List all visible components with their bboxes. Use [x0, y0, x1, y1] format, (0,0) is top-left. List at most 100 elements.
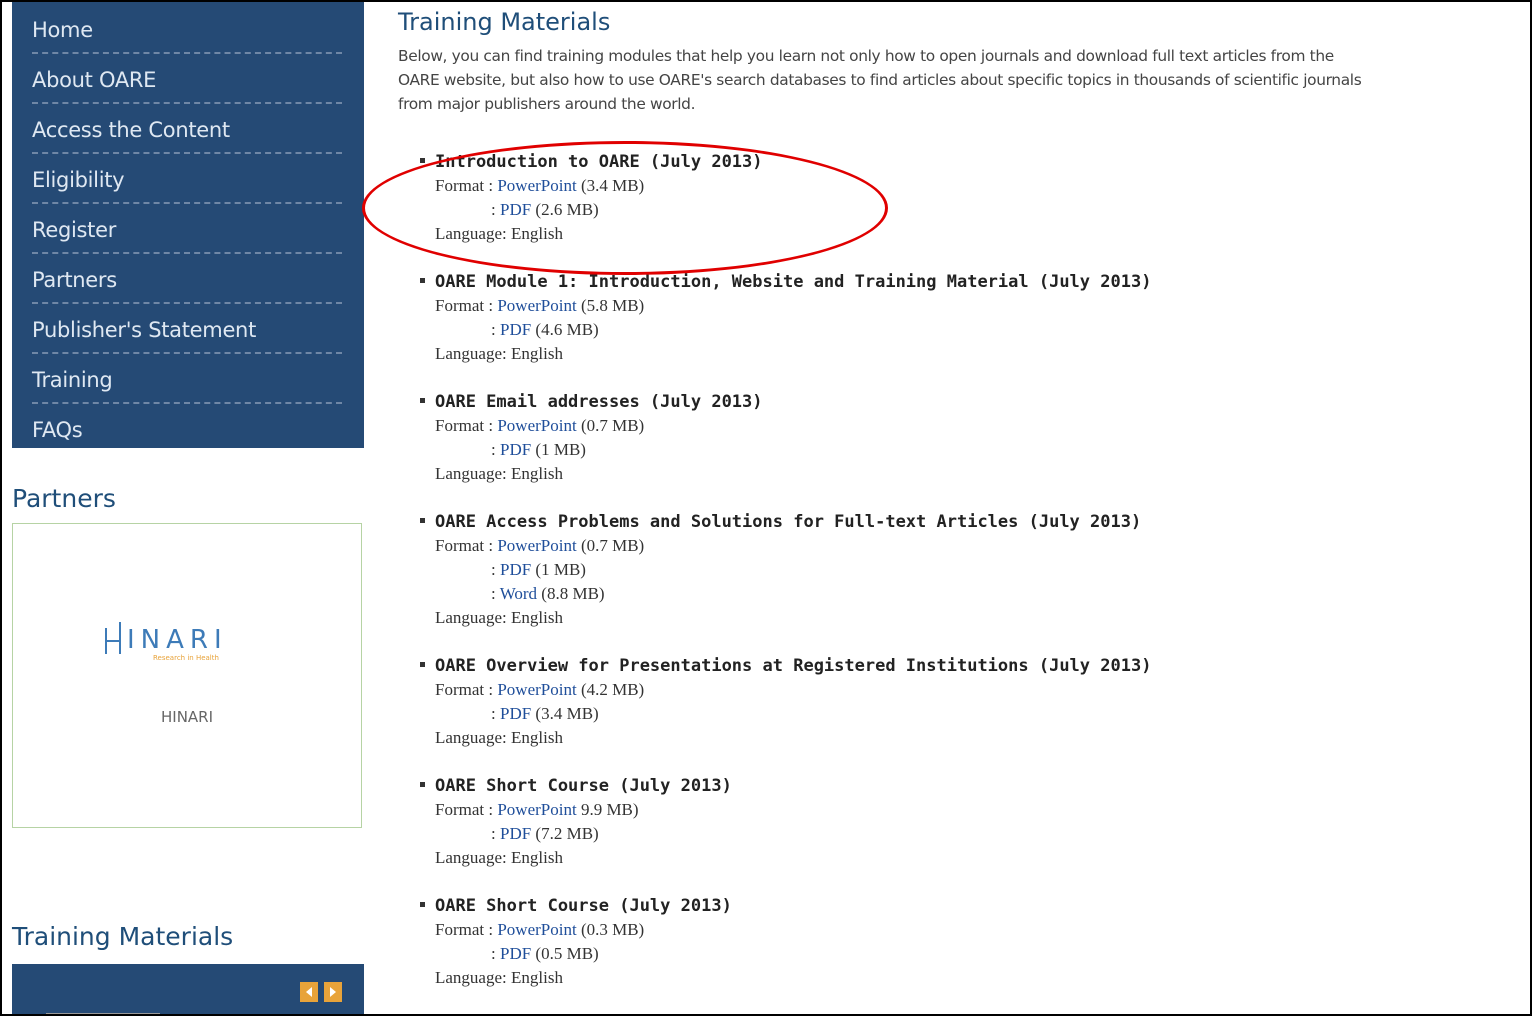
bullet-icon: [420, 158, 425, 163]
format-link-pdf[interactable]: PDF: [500, 824, 531, 843]
hinari-logo-icon: INARI Research in Health: [105, 622, 228, 662]
format-link-powerpoint[interactable]: PowerPoint: [497, 176, 576, 195]
format-link-pdf[interactable]: PDF: [500, 560, 531, 579]
format-prefix: :: [491, 824, 496, 843]
training-materials-side-heading: Training Materials: [12, 922, 234, 951]
format-link-word[interactable]: Word: [500, 584, 537, 603]
module-title: OARE Access Problems and Solutions for F…: [435, 512, 1142, 532]
carousel-next-button[interactable]: [324, 982, 342, 1002]
format-line: : PDF (1 MB): [435, 438, 763, 462]
file-size: (7.2 MB): [535, 824, 599, 843]
bullet-icon: [420, 782, 425, 787]
format-link-pdf[interactable]: PDF: [500, 944, 531, 963]
format-line: : PDF (7.2 MB): [435, 822, 732, 846]
format-link-powerpoint[interactable]: PowerPoint: [497, 680, 576, 699]
format-link-pdf[interactable]: PDF: [500, 320, 531, 339]
nav-training[interactable]: Training: [32, 354, 342, 404]
module-language: Language: English: [435, 344, 563, 363]
format-line: Format : PowerPoint (3.4 MB): [435, 174, 763, 198]
nav-publishers-statement[interactable]: Publisher's Statement: [32, 304, 342, 354]
hinari-logo-text: INARI: [127, 625, 228, 655]
format-line: Format : PowerPoint (4.2 MB): [435, 678, 1151, 702]
format-prefix: Format :: [435, 176, 494, 195]
training-module: OARE Access Problems and Solutions for F…: [420, 510, 1142, 630]
partners-heading: Partners: [12, 484, 116, 513]
format-link-pdf[interactable]: PDF: [500, 440, 531, 459]
file-size: (0.7 MB): [580, 536, 645, 555]
file-size: (0.7 MB): [580, 416, 645, 435]
format-prefix: Format :: [435, 296, 494, 315]
nav-about-oare[interactable]: About OARE: [32, 54, 342, 104]
nav-access-content[interactable]: Access the Content: [32, 104, 342, 154]
format-link-powerpoint[interactable]: PowerPoint: [497, 920, 576, 939]
format-prefix: Format :: [435, 920, 494, 939]
format-link-pdf[interactable]: PDF: [500, 200, 531, 219]
file-size: (8.8 MB): [541, 584, 605, 603]
file-size: (0.3 MB): [580, 920, 645, 939]
file-size: (1 MB): [535, 560, 586, 579]
training-module: Introduction to OARE (July 2013) Format :…: [420, 150, 763, 246]
bullet-icon: [420, 278, 425, 283]
format-line: : PDF (1 MB): [435, 558, 1141, 582]
format-line: : PDF (4.6 MB): [435, 318, 1151, 342]
format-prefix: :: [491, 560, 496, 579]
module-title: OARE Email addresses (July 2013): [435, 392, 763, 412]
chevron-right-icon: [330, 987, 336, 997]
format-line: : PDF (0.5 MB): [435, 942, 732, 966]
training-module: OARE Email addresses (July 2013) Format :…: [420, 390, 763, 486]
nav-home[interactable]: Home: [32, 4, 342, 54]
module-language: Language: English: [435, 848, 563, 867]
partner-box: INARI Research in Health HINARI: [12, 523, 362, 828]
partner-caption[interactable]: HINARI: [13, 708, 361, 726]
format-line: Format : PowerPoint (0.7 MB): [435, 414, 763, 438]
file-size: (5.8 MB): [580, 296, 645, 315]
file-size: 9.9 MB): [580, 800, 639, 819]
format-link-powerpoint[interactable]: PowerPoint: [497, 296, 576, 315]
format-prefix: :: [491, 440, 496, 459]
bullet-icon: [420, 662, 425, 667]
format-link-powerpoint[interactable]: PowerPoint: [497, 800, 576, 819]
format-line: Format : PowerPoint 9.9 MB): [435, 798, 732, 822]
file-size: (2.6 MB): [535, 200, 599, 219]
bullet-icon: [420, 398, 425, 403]
module-language: Language: English: [435, 608, 563, 627]
format-line: Format : PowerPoint (5.8 MB): [435, 294, 1151, 318]
nav-register[interactable]: Register: [32, 204, 342, 254]
training-module: OARE Overview for Presentations at Regis…: [420, 654, 1152, 750]
carousel-prev-button[interactable]: [300, 982, 318, 1002]
page-title: Training Materials: [398, 8, 611, 36]
hinari-logo[interactable]: INARI Research in Health: [103, 620, 283, 662]
module-title: OARE Overview for Presentations at Regis…: [435, 656, 1152, 676]
module-language: Language: English: [435, 224, 563, 243]
training-carousel: [12, 964, 364, 1014]
format-line: : PDF (2.6 MB): [435, 198, 763, 222]
browser-page: Home About OARE Access the Content Eligi…: [0, 0, 1532, 1016]
sidebar-nav: Home About OARE Access the Content Eligi…: [12, 2, 364, 448]
format-prefix: Format :: [435, 416, 494, 435]
bullet-icon: [420, 902, 425, 907]
intro-line-3: from major publishers around the world.: [398, 95, 696, 113]
training-module: OARE Module 1: Introduction, Website and…: [420, 270, 1152, 366]
file-size: (1 MB): [535, 440, 586, 459]
format-link-powerpoint[interactable]: PowerPoint: [497, 416, 576, 435]
format-link-powerpoint[interactable]: PowerPoint: [497, 536, 576, 555]
nav-partners[interactable]: Partners: [32, 254, 342, 304]
format-line: : Word (8.8 MB): [435, 582, 1141, 606]
intro-text: Below, you can find training modules tha…: [398, 44, 1530, 116]
intro-line-2: OARE website, but also how to use OARE's…: [398, 71, 1362, 89]
sidebar: Home About OARE Access the Content Eligi…: [12, 2, 364, 1014]
format-line: Format : PowerPoint (0.3 MB): [435, 918, 732, 942]
format-link-pdf[interactable]: PDF: [500, 704, 531, 723]
file-size: (3.4 MB): [580, 176, 645, 195]
module-title: Introduction to OARE (July 2013): [435, 152, 763, 172]
format-prefix: Format :: [435, 536, 494, 555]
nav-eligibility[interactable]: Eligibility: [32, 154, 342, 204]
intro-line-1: Below, you can find training modules tha…: [398, 47, 1334, 65]
module-language: Language: English: [435, 464, 563, 483]
module-title: OARE Module 1: Introduction, Website and…: [435, 272, 1152, 292]
nav-faqs[interactable]: FAQs: [32, 404, 342, 452]
file-size: (4.6 MB): [535, 320, 599, 339]
format-prefix: :: [491, 944, 496, 963]
format-prefix: Format :: [435, 800, 494, 819]
module-title: OARE Short Course (July 2013): [435, 896, 732, 916]
